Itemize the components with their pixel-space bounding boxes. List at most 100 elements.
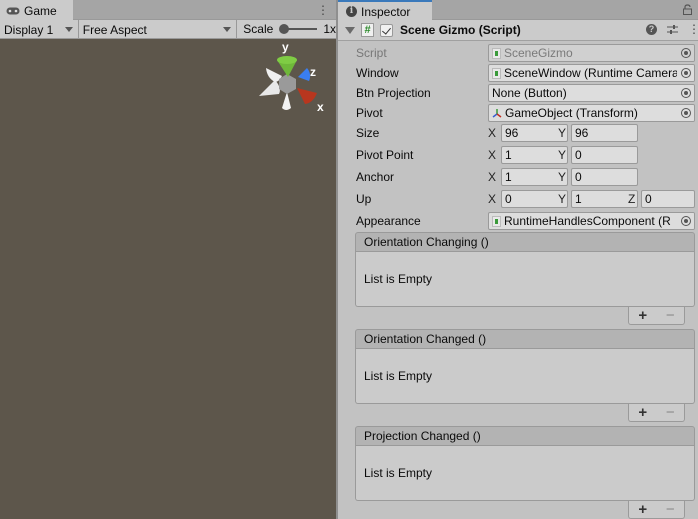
add-listener-button[interactable]: +: [638, 405, 647, 420]
pivot-point-y-input[interactable]: 0: [571, 146, 638, 164]
field-script: Script SceneGizmo: [338, 44, 698, 62]
event-projection-changed: Projection Changed () List is Empty + −: [355, 426, 695, 519]
appearance-object-field[interactable]: RuntimeHandlesComponent (R: [488, 212, 695, 230]
presets-icon[interactable]: [667, 24, 678, 35]
scale-control: Scale 1x: [237, 20, 336, 38]
axis-label[interactable]: X: [488, 192, 501, 206]
axis-label[interactable]: X: [488, 148, 501, 162]
size-x: X 96: [488, 124, 568, 142]
help-icon[interactable]: ?: [646, 23, 657, 35]
chevron-down-icon: [223, 27, 232, 32]
scale-label: Scale: [243, 22, 274, 36]
event-list-footer: + −: [628, 501, 685, 519]
event-header: Orientation Changing (): [355, 232, 695, 252]
tab-game-label: Game: [24, 3, 57, 18]
gizmo-center-cube: [279, 74, 296, 94]
chevron-down-icon: [64, 27, 73, 32]
anchor-y: Y 0: [558, 168, 638, 186]
gizmo-z-label: z: [310, 65, 316, 79]
tab-inspector[interactable]: i Inspector: [338, 0, 432, 21]
script-file-icon: [492, 47, 501, 59]
field-value: None (Button): [492, 86, 567, 100]
remove-listener-button[interactable]: −: [666, 502, 675, 517]
game-menu-icon[interactable]: ⋮: [317, 3, 329, 17]
empty-list-text: List is Empty: [364, 272, 433, 286]
axis-label[interactable]: Y: [558, 126, 571, 140]
display-dropdown[interactable]: Display 1: [0, 20, 79, 39]
size-y-input[interactable]: 96: [571, 124, 638, 142]
add-listener-button[interactable]: +: [638, 502, 647, 517]
scene-gizmo[interactable]: y z x: [255, 40, 335, 115]
axis-label[interactable]: Y: [558, 148, 571, 162]
anchor-y-input[interactable]: 0: [571, 168, 638, 186]
target-icon: [680, 68, 691, 78]
event-list: List is Empty: [355, 252, 695, 307]
object-picker-button[interactable]: [677, 65, 694, 81]
field-label: Anchor: [356, 170, 395, 184]
gizmo-z-cone: [298, 68, 311, 81]
scale-slider[interactable]: [279, 24, 318, 34]
unity-editor: Game ⋮ Display 1 Free Aspect Scale 1x y …: [0, 0, 698, 519]
component-menu-icon[interactable]: ⋮: [688, 23, 698, 35]
aspect-dropdown[interactable]: Free Aspect: [79, 20, 238, 39]
component-header[interactable]: # Scene Gizmo (Script) ? ⋮: [338, 20, 698, 41]
axis-label[interactable]: Z: [628, 192, 641, 206]
event-orientation-changing: Orientation Changing () List is Empty + …: [355, 232, 695, 325]
pivot-point-y: Y 0: [558, 146, 638, 164]
pivot-object-field[interactable]: GameObject (Transform): [488, 104, 695, 122]
field-up: Up X 0 Y 1 Z 0: [338, 190, 698, 208]
field-label: Pivot Point: [356, 148, 414, 162]
gizmo-neg-y-cone: [282, 92, 291, 110]
empty-list-text: List is Empty: [364, 466, 433, 480]
object-picker-button[interactable]: [677, 105, 694, 121]
tab-game[interactable]: Game: [0, 0, 73, 21]
field-value: SceneWindow (Runtime Camera): [504, 66, 683, 80]
field-anchor: Anchor X 1 Y 0: [338, 168, 698, 186]
component-title: Scene Gizmo (Script): [400, 23, 521, 37]
field-value: GameObject (Transform): [505, 106, 638, 120]
axis-label[interactable]: Y: [558, 192, 571, 206]
gizmo-neg-x-cone: [259, 80, 280, 96]
field-label: Appearance: [356, 214, 421, 228]
anchor-x: X 1: [488, 168, 568, 186]
inspector-panel: i Inspector # Scene Gizmo (Script) ? ⋮ S…: [338, 0, 698, 519]
event-header: Orientation Changed (): [355, 329, 695, 349]
remove-listener-button[interactable]: −: [666, 308, 675, 323]
field-size: Size X 96 Y 96: [338, 124, 698, 142]
lock-icon[interactable]: [683, 4, 692, 15]
axis-label[interactable]: X: [488, 126, 501, 140]
inspector-tabbar: i Inspector: [338, 0, 698, 21]
remove-listener-button[interactable]: −: [666, 405, 675, 420]
field-value: RuntimeHandlesComponent (R: [504, 214, 671, 228]
axis-label[interactable]: Y: [558, 170, 571, 184]
scale-slider-handle[interactable]: [279, 24, 290, 34]
object-picker-button[interactable]: [677, 85, 694, 101]
pivot-point-x: X 1: [488, 146, 568, 164]
target-icon: [680, 88, 691, 98]
field-window: Window SceneWindow (Runtime Camera): [338, 64, 698, 82]
gizmo-x-label: x: [317, 100, 324, 114]
object-picker-button[interactable]: [677, 213, 694, 229]
script-icon: #: [361, 23, 374, 37]
event-list-footer: + −: [628, 307, 685, 325]
object-picker-button: [677, 45, 694, 61]
target-icon: [680, 48, 691, 58]
event-list: List is Empty: [355, 446, 695, 501]
up-z-input[interactable]: 0: [641, 190, 695, 208]
up-y: Y 1: [558, 190, 638, 208]
axis-label[interactable]: X: [488, 170, 501, 184]
add-listener-button[interactable]: +: [638, 308, 647, 323]
btn-projection-object-field[interactable]: None (Button): [488, 84, 695, 102]
transform-icon: [492, 109, 502, 118]
event-list-footer: + −: [628, 404, 685, 422]
component-enabled-checkbox[interactable]: [380, 23, 393, 37]
script-file-icon: [492, 67, 501, 79]
game-panel: Game ⋮ Display 1 Free Aspect Scale 1x y …: [0, 0, 336, 519]
window-object-field[interactable]: SceneWindow (Runtime Camera): [488, 64, 695, 82]
field-btn-projection: Btn Projection None (Button): [338, 84, 698, 102]
field-value: SceneGizmo: [504, 46, 573, 60]
foldout-arrow-icon[interactable]: [345, 26, 355, 34]
event-list: List is Empty: [355, 349, 695, 404]
scale-value: 1x: [323, 22, 336, 36]
field-label: Pivot: [356, 106, 383, 120]
